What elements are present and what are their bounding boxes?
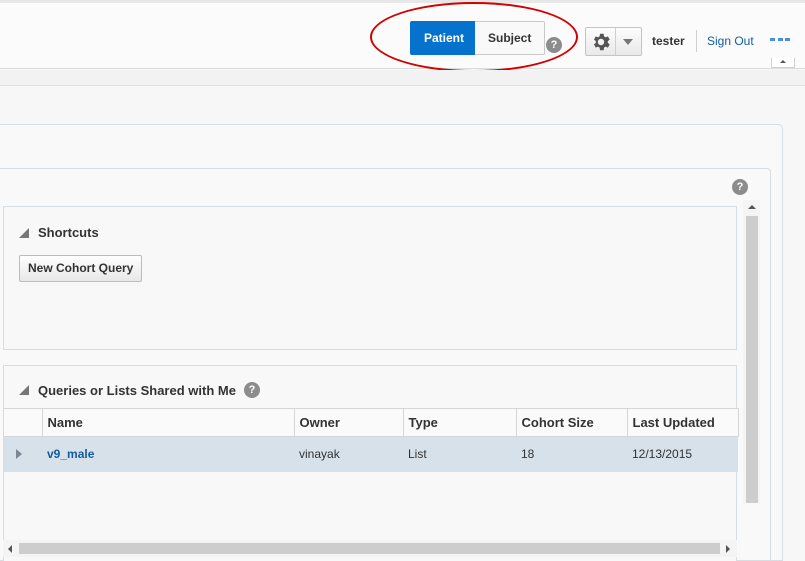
column-header-owner[interactable]: Owner <box>294 408 404 437</box>
row-name-link[interactable]: v9_male <box>42 436 294 472</box>
help-icon[interactable]: ? <box>243 382 260 398</box>
username-label: tester <box>652 34 685 48</box>
row-type: List <box>403 436 516 472</box>
shortcuts-section: Shortcuts New Cohort Query <box>3 206 737 350</box>
column-header-last-updated[interactable]: Last Updated <box>627 408 739 437</box>
more-icon[interactable] <box>770 38 790 43</box>
new-cohort-query-button[interactable]: New Cohort Query <box>19 255 143 282</box>
toolbar-band <box>0 70 805 86</box>
column-header-expander <box>4 408 43 437</box>
panel-help-icon[interactable]: ? <box>732 179 748 195</box>
collapse-triangle-icon[interactable] <box>19 385 29 395</box>
chevron-down-icon[interactable] <box>623 39 633 45</box>
column-header-type[interactable]: Type <box>403 408 517 437</box>
row-cohort-size: 18 <box>516 436 627 472</box>
row-owner: vinayak <box>294 436 403 472</box>
row-last-updated: 12/13/2015 <box>627 436 738 472</box>
vertical-scrollbar[interactable] <box>743 200 760 503</box>
expand-arrow-icon[interactable] <box>16 449 22 460</box>
horizontal-scroll-thumb[interactable] <box>19 543 720 554</box>
sign-out-link[interactable]: Sign Out <box>707 34 754 48</box>
shared-queries-title: Queries or Lists Shared with Me <box>38 382 236 398</box>
column-header-cohort-size[interactable]: Cohort Size <box>516 408 628 437</box>
gear-button-separator <box>615 28 616 55</box>
settings-menu-button[interactable] <box>585 27 642 56</box>
collapse-triangle-icon[interactable] <box>19 227 29 238</box>
scroll-right-icon[interactable] <box>726 545 730 553</box>
row-expander-cell[interactable] <box>4 436 42 472</box>
table-row[interactable]: v9_male vinayak List 18 12/13/2015 <box>4 436 738 472</box>
help-icon[interactable]: ? <box>546 37 562 53</box>
table-header-row: Name Owner Type Cohort Size Last Updated <box>4 408 739 437</box>
shortcuts-title: Shortcuts <box>38 225 99 240</box>
shortcuts-header[interactable]: Shortcuts <box>19 225 99 240</box>
vertical-scroll-thumb[interactable] <box>746 216 758 503</box>
scroll-left-icon[interactable] <box>8 545 12 553</box>
shared-queries-table: Name Owner Type Cohort Size Last Updated… <box>4 408 739 472</box>
header-divider <box>696 30 697 52</box>
collapse-header-tab[interactable] <box>771 58 795 68</box>
app-header: Patient Subject ? tester Sign Out <box>0 3 805 69</box>
scroll-up-icon[interactable] <box>748 205 756 209</box>
column-header-name[interactable]: Name <box>42 408 295 437</box>
subject-toggle-button[interactable]: Subject <box>475 21 545 55</box>
horizontal-scrollbar[interactable] <box>3 540 737 557</box>
gear-icon <box>593 33 610 51</box>
shared-queries-section: Queries or Lists Shared with Me ? Name O… <box>3 365 739 561</box>
patient-toggle-button[interactable]: Patient <box>410 21 475 55</box>
patient-subject-toggle: Patient Subject <box>410 21 545 55</box>
shared-queries-header[interactable]: Queries or Lists Shared with Me ? <box>19 382 260 398</box>
